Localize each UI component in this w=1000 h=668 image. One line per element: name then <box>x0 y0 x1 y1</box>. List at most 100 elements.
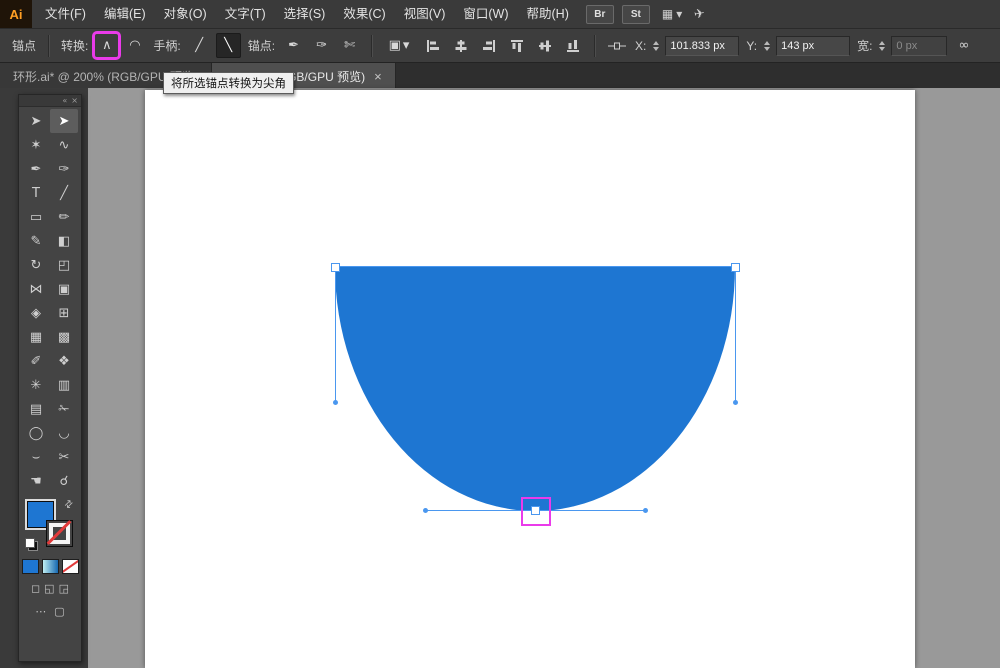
scale-tool[interactable]: ◰ <box>50 253 78 277</box>
shape-builder-tool[interactable]: ◈ <box>22 301 50 325</box>
handle-end-dot[interactable] <box>643 508 648 513</box>
default-fill-stroke-icon[interactable] <box>25 538 38 551</box>
pen-tool[interactable]: ✒ <box>22 157 50 181</box>
vertical-align-top-button[interactable] <box>505 34 528 57</box>
perspective-grid-tool[interactable]: ⊞ <box>50 301 78 325</box>
draw-inside-button[interactable]: ◲ <box>59 582 69 595</box>
y-input[interactable] <box>776 36 850 56</box>
menu-item[interactable]: 窗口(W) <box>454 0 517 28</box>
point-display-button[interactable] <box>605 34 628 57</box>
isolate-object-button[interactable]: ▣ ▾ <box>382 34 416 57</box>
lasso-tool[interactable]: ∿ <box>50 133 78 157</box>
bridge-button[interactable]: Br <box>586 5 614 24</box>
hide-handles-button[interactable]: ╲ <box>216 33 241 58</box>
mesh-tool[interactable]: ▦ <box>22 325 50 349</box>
rotate-tool[interactable]: ↻ <box>22 253 50 277</box>
menu-item[interactable]: 选择(S) <box>275 0 335 28</box>
gradient-tool[interactable]: ▩ <box>50 325 78 349</box>
draw-behind-button[interactable]: ◱ <box>44 582 54 595</box>
y-stepper[interactable] <box>764 41 770 51</box>
artboard-tool[interactable]: ▤ <box>22 397 50 421</box>
width-stepper[interactable] <box>879 41 885 51</box>
eyedropper-tool[interactable]: ✐ <box>22 349 50 373</box>
curvature-tool[interactable]: ✑ <box>50 157 78 181</box>
y-label: Y: <box>746 39 757 53</box>
paintbrush-tool[interactable]: ✏ <box>50 205 78 229</box>
swap-fill-stroke-icon[interactable]: ⇄ <box>62 498 76 512</box>
vertical-align-top-icon <box>510 39 524 53</box>
rectangle-tool[interactable]: ▭ <box>22 205 50 229</box>
x-input[interactable] <box>665 36 739 56</box>
color-button[interactable] <box>22 559 39 574</box>
column-graph-tool[interactable]: ▥ <box>50 373 78 397</box>
direct-selection-tool[interactable]: ➤ <box>50 109 78 133</box>
hand-tool[interactable]: ☚ <box>22 469 50 493</box>
menu-item[interactable]: 帮助(H) <box>518 0 578 28</box>
close-icon[interactable]: × <box>374 69 382 84</box>
menu-item[interactable]: 文件(F) <box>36 0 95 28</box>
join-tool[interactable]: ⌣ <box>22 445 50 469</box>
tools-panel-header[interactable]: « × <box>19 95 81 107</box>
none-button[interactable] <box>62 559 79 574</box>
collapse-panel-icon[interactable]: « <box>62 97 67 105</box>
anchors-label: 锚点: <box>248 37 275 54</box>
menu-item[interactable]: 编辑(E) <box>95 0 155 28</box>
chevron-down-icon: ▾ <box>676 7 682 21</box>
path-top-edge <box>335 266 735 267</box>
menu-item[interactable]: 效果(C) <box>334 0 394 28</box>
separator <box>371 35 372 57</box>
arc-tool[interactable]: ◡ <box>50 421 78 445</box>
stock-button[interactable]: St <box>622 5 650 24</box>
draw-normal-button[interactable]: ◻ <box>31 582 40 595</box>
zoom-tool[interactable]: ☌ <box>50 469 78 493</box>
ellipse-tool[interactable]: ◯ <box>22 421 50 445</box>
menu-item[interactable]: 文字(T) <box>216 0 275 28</box>
stroke-swatch-none[interactable] <box>46 520 73 547</box>
close-panel-icon[interactable]: × <box>71 97 78 105</box>
anchor-point[interactable] <box>331 263 340 272</box>
free-transform-tool[interactable]: ▣ <box>50 277 78 301</box>
separator <box>48 35 49 57</box>
selection-tool[interactable]: ➤ <box>22 109 50 133</box>
eraser-tool[interactable]: ◧ <box>50 229 78 253</box>
type-tool[interactable]: T <box>22 181 50 205</box>
remove-anchor-button[interactable]: ✒ <box>282 34 305 57</box>
show-handles-button[interactable]: ╱ <box>188 34 211 57</box>
add-anchor-button[interactable]: ✑ <box>310 34 333 57</box>
horizontal-align-center-icon <box>454 39 468 53</box>
handles-label: 手柄: <box>153 37 180 54</box>
menu-item[interactable]: 视图(V) <box>395 0 455 28</box>
anchor-point[interactable] <box>731 263 740 272</box>
drawing-mode-buttons: ◻ ◱ ◲ <box>19 582 81 595</box>
horizontal-align-left-button[interactable] <box>421 34 444 57</box>
workspace-switcher[interactable]: ▦ ▾ <box>662 7 682 21</box>
gradient-button[interactable] <box>42 559 59 574</box>
vertical-align-center-button[interactable] <box>533 34 556 57</box>
constrain-proportions-icon[interactable]: ∞ <box>952 34 975 57</box>
x-stepper[interactable] <box>653 41 659 51</box>
cut-path-button[interactable]: ✄ <box>338 34 361 57</box>
share-icon[interactable]: ✈ <box>693 6 706 23</box>
blend-tool[interactable]: ❖ <box>50 349 78 373</box>
width-input[interactable] <box>891 36 947 56</box>
tools-panel: « × ➤➤✶∿✒✑T╱▭✏✎◧↻◰⋈▣◈⊞▦▩✐❖✳▥▤✁◯◡⌣✂☚☌ ⇄ ◻… <box>18 94 82 662</box>
handle-end-dot[interactable] <box>423 508 428 513</box>
slice-tool[interactable]: ✁ <box>50 397 78 421</box>
vertical-align-bottom-icon <box>566 39 580 53</box>
edit-toolbar-button[interactable]: ⋯ <box>35 605 46 618</box>
horizontal-align-center-button[interactable] <box>449 34 472 57</box>
screen-mode-button[interactable]: ▢ <box>54 605 64 618</box>
handle-end-dot[interactable] <box>333 400 338 405</box>
magic-wand-tool[interactable]: ✶ <box>22 133 50 157</box>
line-segment-tool[interactable]: ╱ <box>50 181 78 205</box>
convert-to-smooth-button[interactable]: ◠ <box>123 34 146 57</box>
shaper-tool[interactable]: ✎ <box>22 229 50 253</box>
menu-item[interactable]: 对象(O) <box>155 0 216 28</box>
vertical-align-bottom-button[interactable] <box>561 34 584 57</box>
convert-to-corner-button[interactable]: ∧ <box>95 34 118 57</box>
knife-tool[interactable]: ✂ <box>50 445 78 469</box>
width-tool[interactable]: ⋈ <box>22 277 50 301</box>
handle-end-dot[interactable] <box>733 400 738 405</box>
symbol-sprayer-tool[interactable]: ✳ <box>22 373 50 397</box>
horizontal-align-right-button[interactable] <box>477 34 500 57</box>
